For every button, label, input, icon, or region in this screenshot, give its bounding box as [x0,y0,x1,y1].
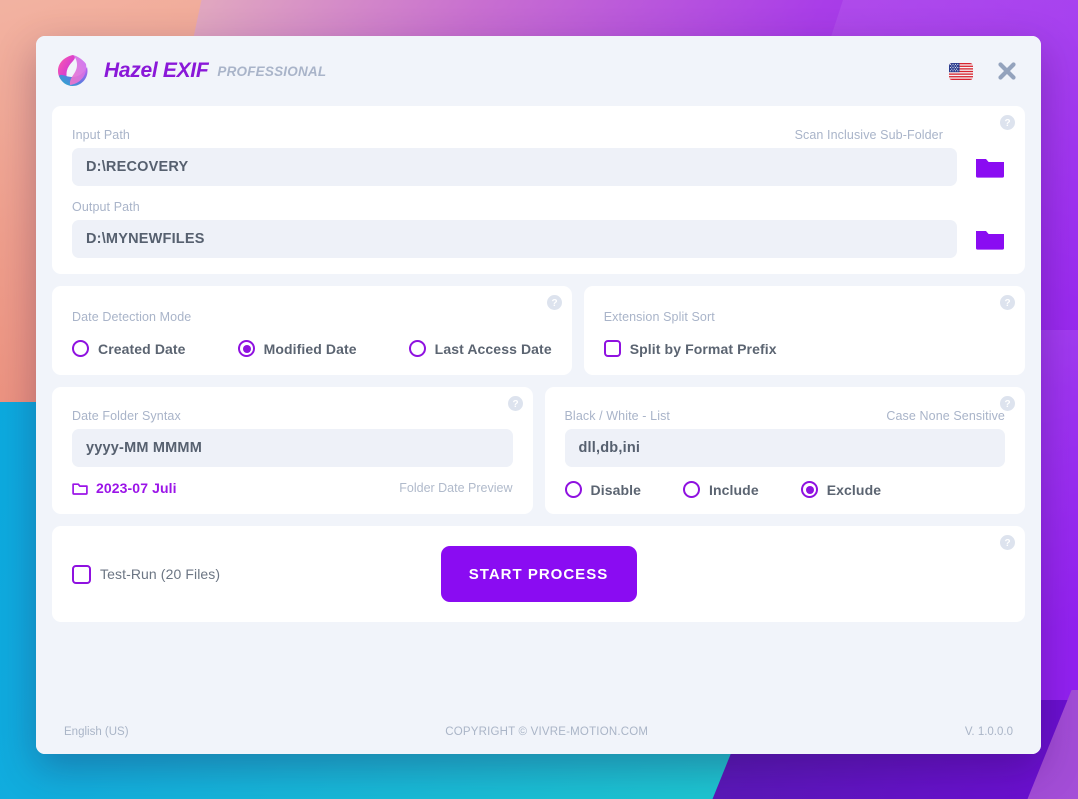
footer-language-label[interactable]: English (US) [64,726,129,738]
svg-text:?: ? [1004,399,1010,410]
black-white-list-card: ? Black / White - List Case None Sensiti… [544,387,1025,514]
folder-date-preview-value: 2023-07 Juli [96,480,177,496]
radio-created-date-label: Created Date [98,340,186,357]
radio-indicator [683,481,700,498]
start-process-button[interactable]: START PROCESS [440,546,637,602]
svg-text:?: ? [1004,298,1010,309]
output-path-browse-folder-icon[interactable] [975,227,1005,251]
swirl-logo-icon [56,54,90,88]
svg-text:?: ? [512,399,518,410]
input-path-browse-folder-icon[interactable] [975,155,1005,179]
folder-date-preview-row: 2023-07 Juli Folder Date Preview [72,480,513,496]
date-detection-mode-options: Created Date Modified Date Last Access D… [72,340,552,357]
radio-include[interactable]: Include [683,481,759,498]
black-white-list-options: Disable Include Exclude [564,481,1006,498]
case-none-sensitive-label: Case None Sensitive [886,409,1005,423]
status-footer: English (US) COPYRIGHT © VIVRE-MOTION.CO… [36,710,1041,754]
paths-spacer [72,186,1005,200]
radio-exclude-label: Exclude [826,481,882,498]
date-folder-syntax-card: ? Date Folder Syntax yyyy-MM MMMM 2023-0… [52,387,533,514]
question-mark-icon[interactable]: ? [1000,115,1015,130]
svg-text:?: ? [1004,118,1010,129]
date-folder-syntax-label-row: Date Folder Syntax [72,409,513,423]
radio-include-label: Include [709,481,759,498]
input-path-label: Input Path [72,128,130,142]
radio-last-access-date[interactable]: Last Access Date [408,340,552,357]
footer-version-label: V. 1.0.0.0 [964,726,1013,738]
input-path-row [72,148,1005,186]
paths-card: ? Input Path Scan Inclusive Sub-Folder D… [52,106,1025,274]
svg-text:?: ? [551,298,557,309]
scan-inclusive-subfolder-label: Scan Inclusive Sub-Folder [794,128,943,142]
radio-indicator [237,340,255,357]
question-mark-icon[interactable]: ? [546,295,562,310]
app-edition-label: PROFESSIONAL [217,63,327,79]
options-row-1: ? Date Detection Mode Created Date Modif… [52,286,1025,375]
radio-exclude[interactable]: Exclude [800,481,882,498]
question-mark-icon[interactable]: ? [507,396,523,411]
radio-modified-date-label: Modified Date [263,340,357,357]
input-path-field[interactable] [72,148,957,186]
checkbox-split-by-format-prefix-label: Split by Format Prefix [629,340,777,357]
date-detection-mode-label: Date Detection Mode [72,310,192,324]
question-mark-icon[interactable]: ? [1000,295,1015,310]
checkbox-indicator [72,564,91,584]
output-path-row [72,220,1005,258]
date-folder-syntax-label: Date Folder Syntax [72,409,181,423]
radio-modified-date[interactable]: Modified Date [237,340,357,357]
input-path-label-row: Input Path Scan Inclusive Sub-Folder [72,128,1005,142]
black-white-list-label: Black / White - List [564,409,670,423]
options-row-2: ? Date Folder Syntax yyyy-MM MMMM 2023-0… [52,387,1025,514]
close-icon[interactable] [995,59,1019,83]
radio-indicator [408,340,426,357]
checkbox-indicator [603,340,621,357]
output-path-label: Output Path [72,200,140,214]
black-white-list-field[interactable] [564,429,1005,467]
footer-copyright-label: COPYRIGHT © VIVRE-MOTION.COM [445,726,649,738]
radio-created-date[interactable]: Created Date [72,340,186,357]
checkbox-test-run-label: Test-Run (20 Files) [100,566,221,582]
radio-disable[interactable]: Disable [564,481,642,498]
window-body: ? Input Path Scan Inclusive Sub-Folder D… [36,106,1041,710]
question-mark-icon[interactable]: ? [1000,396,1015,411]
extension-split-sort-label: Extension Split Sort [603,310,715,324]
output-path-field[interactable] [72,220,957,258]
checkbox-split-by-format-prefix[interactable]: Split by Format Prefix [603,340,777,357]
question-mark-icon[interactable]: ? [1000,535,1015,550]
output-path-label-row: Output Path [72,200,1005,214]
radio-indicator [72,340,89,357]
svg-text:?: ? [1004,538,1010,549]
radio-indicator [564,481,582,498]
folder-outline-icon [72,482,88,495]
us-flag-icon[interactable] [949,62,973,80]
radio-disable-label: Disable [590,481,641,498]
checkbox-test-run[interactable]: Test-Run (20 Files) [72,564,221,584]
date-folder-syntax-field[interactable] [72,429,513,467]
action-card: ? Test-Run (20 Files) START PROCESS [52,526,1025,622]
extension-split-sort-options: Split by Format Prefix [603,340,1005,357]
radio-indicator [800,481,818,498]
black-white-list-row [564,429,1005,467]
desktop-wallpaper: Hazel EXIF PROFESSIONAL ? Input Path Sca… [0,0,1078,799]
radio-last-access-date-label: Last Access Date [434,340,552,357]
app-title: Hazel EXIF [104,59,209,82]
app-window: Hazel EXIF PROFESSIONAL ? Input Path Sca… [36,36,1041,754]
extension-split-sort-card: ? Extension Split Sort Split by Format P… [583,286,1025,375]
black-white-list-label-row: Black / White - List Case None Sensitive [565,409,1006,423]
title-bar: Hazel EXIF PROFESSIONAL [36,36,1041,106]
date-folder-syntax-row [72,429,513,467]
date-detection-mode-card: ? Date Detection Mode Created Date Modif… [52,286,572,375]
folder-date-preview-caption: Folder Date Preview [399,481,513,495]
